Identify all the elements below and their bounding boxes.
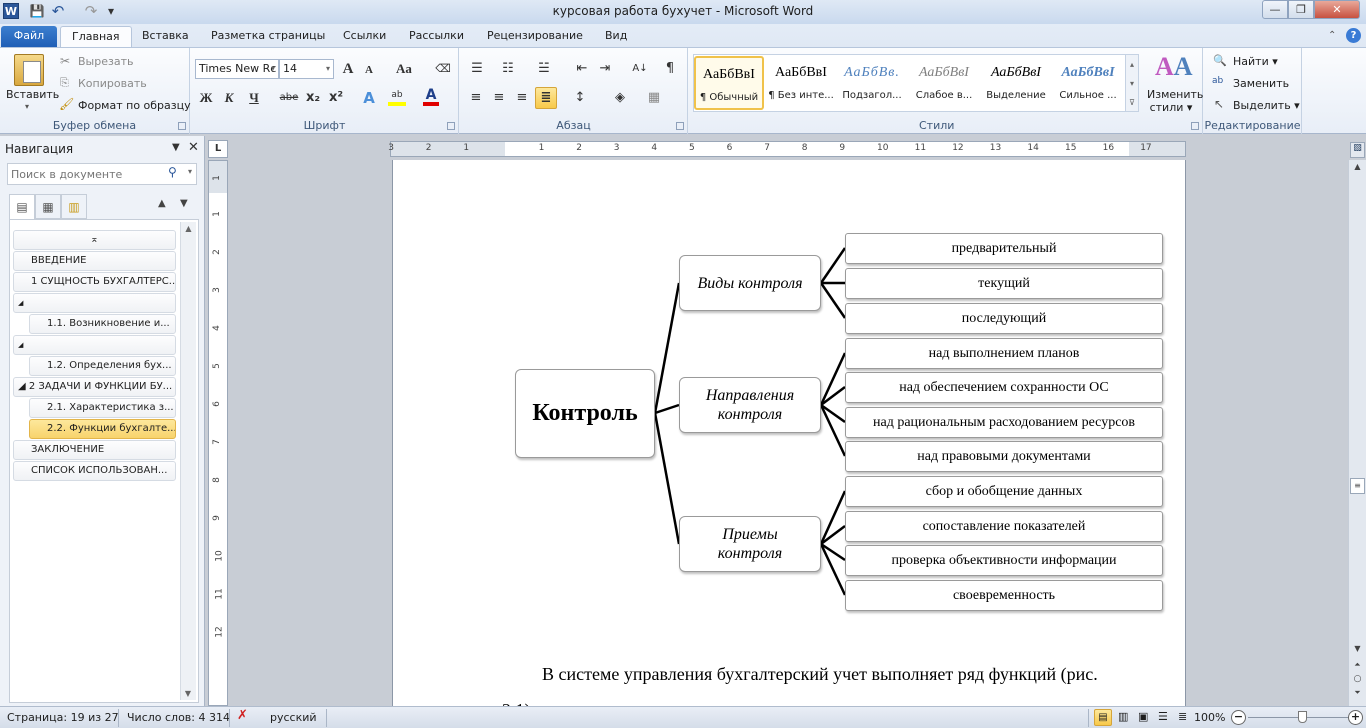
language-indicator[interactable]: русский bbox=[270, 711, 317, 724]
web-layout-icon[interactable]: ▣ bbox=[1138, 710, 1148, 723]
browse-object-icon[interactable]: ○ bbox=[1349, 674, 1366, 684]
diagram-leaf-node[interactable]: над выполнением планов bbox=[845, 338, 1163, 369]
vertical-scrollbar[interactable]: ▧ ▲ ≡ ▼ ⏶ ○ ⏷ bbox=[1348, 142, 1366, 706]
diagram-root-node[interactable]: Контроль bbox=[515, 369, 655, 458]
page-counter[interactable]: Страница: 19 из 27 bbox=[7, 711, 119, 724]
connector-line bbox=[653, 412, 681, 545]
connector-line bbox=[819, 247, 847, 284]
connector-line bbox=[819, 282, 847, 319]
zoom-in-button[interactable]: + bbox=[1348, 710, 1363, 725]
diagram-leaf-node[interactable]: над правовыми документами bbox=[845, 441, 1163, 472]
diagram-leaf-node[interactable]: последующий bbox=[845, 303, 1163, 334]
diagram-leaf-node[interactable]: проверка объективности информации bbox=[845, 545, 1163, 576]
previous-page-icon[interactable]: ⏶ bbox=[1349, 660, 1366, 670]
diagram-leaf-node[interactable]: своевременность bbox=[845, 580, 1163, 611]
diagram-leaf-node[interactable]: текущий bbox=[845, 268, 1163, 299]
scroll-up-icon[interactable]: ▲ bbox=[1349, 162, 1366, 171]
status-bar: Страница: 19 из 27 Число слов: 4 314 ✗ р… bbox=[0, 706, 1366, 728]
scroll-thumb[interactable]: ≡ bbox=[1350, 478, 1365, 494]
diagram-leaf-node[interactable]: сбор и обобщение данных bbox=[845, 476, 1163, 507]
zoom-out-button[interactable]: − bbox=[1231, 710, 1246, 725]
print-layout-view-icon[interactable]: ▤ bbox=[1094, 709, 1112, 726]
draft-view-icon[interactable]: ≣ bbox=[1178, 710, 1187, 723]
diagram-branch-node[interactable]: Виды контроля bbox=[679, 255, 821, 311]
next-page-icon[interactable]: ⏷ bbox=[1349, 688, 1366, 698]
connector-line bbox=[654, 403, 680, 415]
outline-view-icon[interactable]: ☰ bbox=[1158, 710, 1168, 723]
view-ruler-icon[interactable]: ▧ bbox=[1350, 142, 1365, 158]
word-count[interactable]: Число слов: 4 314 bbox=[127, 711, 230, 724]
scroll-down-icon[interactable]: ▼ bbox=[1349, 644, 1366, 653]
diagram-leaf-node[interactable]: над обеспечением сохранности ОС bbox=[845, 372, 1163, 403]
connector-line bbox=[653, 282, 681, 414]
zoom-slider-thumb[interactable] bbox=[1298, 711, 1307, 723]
proofing-errors-icon[interactable]: ✗ bbox=[237, 708, 248, 723]
diagram-branch-node[interactable]: Приемы контроля bbox=[679, 516, 821, 572]
diagram-leaf-node[interactable]: сопоставление показателей bbox=[845, 511, 1163, 542]
diagram-branch-node[interactable]: Направления контроля bbox=[679, 377, 821, 433]
body-paragraph[interactable]: В системе управления бухгалтерский учет … bbox=[542, 664, 1098, 685]
diagram-leaf-node[interactable]: над рациональным расходованием ресурсов bbox=[845, 407, 1163, 438]
diagram-leaf-node[interactable]: предварительный bbox=[845, 233, 1163, 264]
zoom-level[interactable]: 100% bbox=[1194, 711, 1225, 724]
full-screen-reading-icon[interactable]: ▥ bbox=[1118, 710, 1128, 723]
